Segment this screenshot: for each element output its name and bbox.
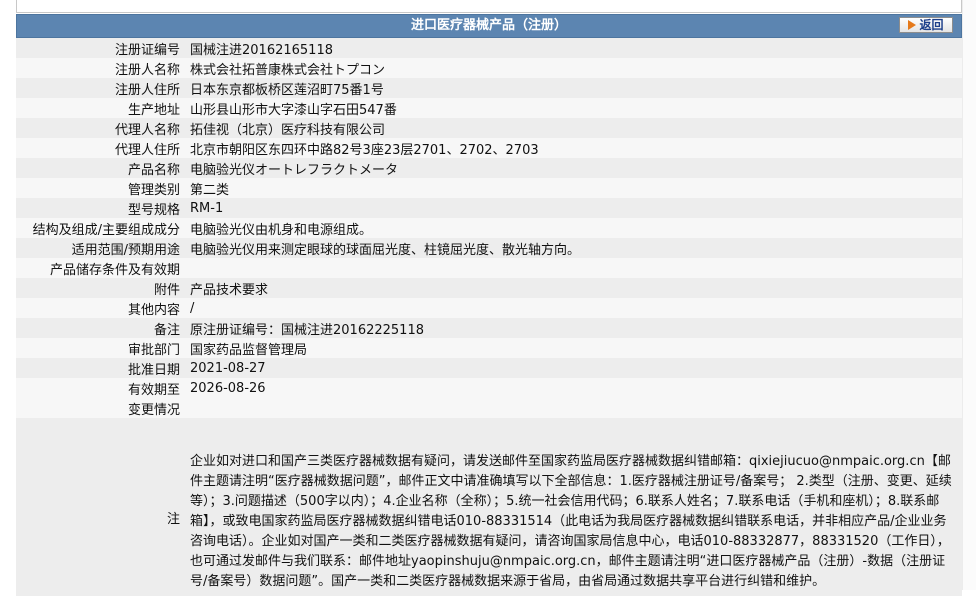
field-value: 2026-08-26 xyxy=(186,378,962,398)
detail-table: 注册证编号 国械注进20162165118 注册人名称 株式会社拓普康株式会社トプコ… xyxy=(16,38,962,596)
table-row: 备注 原注册证编号：国械注进20162225118 xyxy=(16,318,962,338)
vertical-scrollbar[interactable] xyxy=(962,0,976,590)
field-value: 国家药品监督管理局 xyxy=(186,338,962,358)
table-row: 生产地址 山形县山形市大字漆山字石田547番 xyxy=(16,98,962,118)
field-label: 有效期至 xyxy=(16,378,186,398)
field-value: 电脑验光仪用来测定眼球的球面屈光度、柱镜屈光度、散光轴方向。 xyxy=(186,238,962,258)
field-value: 原注册证编号：国械注进20162225118 xyxy=(186,318,962,338)
back-button[interactable]: 返回 xyxy=(899,17,953,33)
field-value: 产品技术要求 xyxy=(186,278,962,298)
table-row: 审批部门 国家药品监督管理局 xyxy=(16,338,962,358)
field-label: 适用范围/预期用途 xyxy=(16,238,186,258)
field-value: 国械注进20162165118 xyxy=(186,38,962,58)
field-label: 批准日期 xyxy=(16,358,186,378)
field-label: 管理类别 xyxy=(16,178,186,198)
table-row: 型号规格 RM-1 xyxy=(16,198,962,218)
field-label: 注册证编号 xyxy=(16,38,186,58)
field-label: 代理人名称 xyxy=(16,118,186,138)
changes-row: 变更情况 xyxy=(16,398,962,418)
field-label: 注册人名称 xyxy=(16,58,186,78)
page-title: 进口医疗器械产品（注册） xyxy=(410,18,567,33)
field-label: 附件 xyxy=(16,278,186,298)
table-row: 注册人名称 株式会社拓普康株式会社トプコン xyxy=(16,58,962,78)
field-value: / xyxy=(186,298,962,318)
changes-label: 变更情况 xyxy=(16,398,186,418)
notice-text: 企业如对进口和国产三类医疗器械数据有疑问，请发送邮件至国家药监局医疗器械数据纠错… xyxy=(186,418,962,596)
top-frame-strip xyxy=(16,0,962,13)
table-row: 管理类别 第二类 xyxy=(16,178,962,198)
field-label: 产品名称 xyxy=(16,158,186,178)
field-label: 其他内容 xyxy=(16,298,186,318)
field-value: RM-1 xyxy=(186,198,962,218)
table-row: 有效期至 2026-08-26 xyxy=(16,378,962,398)
field-label: 注册人住所 xyxy=(16,78,186,98)
field-value: 山形县山形市大字漆山字石田547番 xyxy=(186,98,962,118)
field-label: 结构及组成/主要组成成分 xyxy=(16,218,186,238)
field-label: 型号规格 xyxy=(16,198,186,218)
field-label: 审批部门 xyxy=(16,338,186,358)
table-row: 批准日期 2021-08-27 xyxy=(16,358,962,378)
table-row: 产品储存条件及有效期 xyxy=(16,258,962,278)
field-value xyxy=(186,258,962,278)
field-value: 第二类 xyxy=(186,178,962,198)
field-label: 生产地址 xyxy=(16,98,186,118)
field-value: 电脑验光仪オートレフラクトメータ xyxy=(186,158,962,178)
field-value: 株式会社拓普康株式会社トプコン xyxy=(186,58,962,78)
arrow-right-icon xyxy=(908,20,917,30)
table-row: 代理人住所 北京市朝阳区东四环中路82号3座23层2701、2702、2703 xyxy=(16,138,962,158)
field-label: 代理人住所 xyxy=(16,138,186,158)
field-label: 产品储存条件及有效期 xyxy=(16,258,186,278)
notice-label: 注 xyxy=(16,418,186,596)
table-row: 其他内容 / xyxy=(16,298,962,318)
panel-title-bar: 进口医疗器械产品（注册） 返回 xyxy=(16,14,962,38)
product-detail-panel: 进口医疗器械产品（注册） 返回 注册证编号 国械注进20162165118 注册人… xyxy=(16,14,962,596)
table-row: 注册证编号 国械注进20162165118 xyxy=(16,38,962,58)
table-row: 注册人住所 日本东京都板桥区莲沼町75番1号 xyxy=(16,78,962,98)
field-label: 备注 xyxy=(16,318,186,338)
table-row: 结构及组成/主要组成成分 电脑验光仪由机身和电源组成。 xyxy=(16,218,962,238)
field-value: 拓佳视（北京）医疗科技有限公司 xyxy=(186,118,962,138)
changes-value xyxy=(186,398,962,418)
field-value: 电脑验光仪由机身和电源组成。 xyxy=(186,218,962,238)
back-button-label: 返回 xyxy=(919,18,944,32)
table-row: 代理人名称 拓佳视（北京）医疗科技有限公司 xyxy=(16,118,962,138)
field-value: 北京市朝阳区东四环中路82号3座23层2701、2702、2703 xyxy=(186,138,962,158)
field-value: 2021-08-27 xyxy=(186,358,962,378)
field-value: 日本东京都板桥区莲沼町75番1号 xyxy=(186,78,962,98)
table-row: 附件 产品技术要求 xyxy=(16,278,962,298)
table-row: 产品名称 电脑验光仪オートレフラクトメータ xyxy=(16,158,962,178)
table-row: 适用范围/预期用途 电脑验光仪用来测定眼球的球面屈光度、柱镜屈光度、散光轴方向。 xyxy=(16,238,962,258)
notice-row: 注企业如对进口和国产三类医疗器械数据有疑问，请发送邮件至国家药监局医疗器械数据纠… xyxy=(16,418,962,596)
